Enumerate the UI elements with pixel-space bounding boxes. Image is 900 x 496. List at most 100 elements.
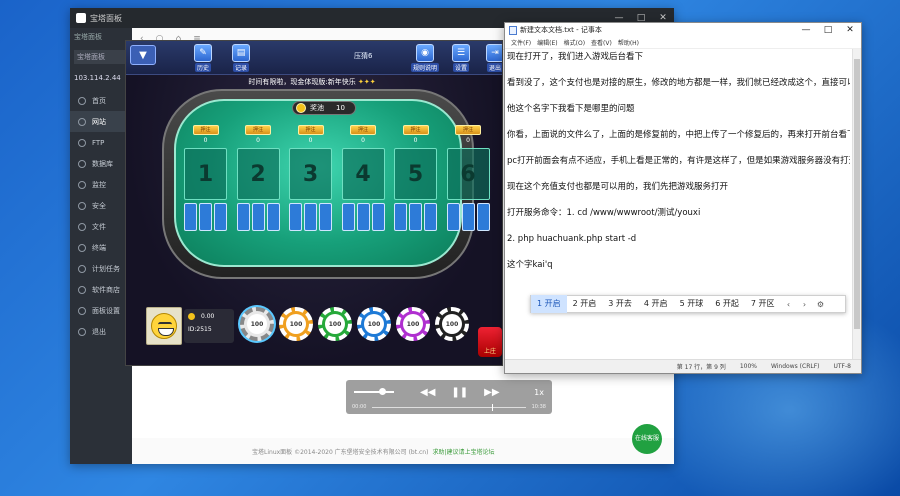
top-menu-button-3[interactable]: ☰ 设置	[448, 44, 474, 72]
chevron-left-icon[interactable]: ‹	[780, 300, 796, 309]
ime-candidate[interactable]: 6 开起	[709, 295, 745, 313]
chip-value: 100	[403, 314, 423, 334]
chip-value: 100	[247, 314, 267, 334]
player-panel: 0.00 ID:2515	[146, 307, 234, 345]
bet-tag: 押注	[455, 125, 481, 135]
ime-candidate[interactable]: 2 开启	[567, 295, 603, 313]
bet-slot[interactable]: 押注 0 3	[289, 125, 332, 231]
menu-item[interactable]: 查看(V)	[591, 38, 612, 47]
card-back	[476, 203, 490, 231]
card-back	[266, 203, 280, 231]
sidebar-item-5[interactable]: 安全	[70, 195, 132, 216]
text-line	[507, 220, 850, 233]
bet-amount: 0	[361, 137, 365, 144]
chip-button[interactable]: 100	[396, 307, 430, 341]
sidebar-item-6[interactable]: 文件	[70, 216, 132, 237]
sidebar-item-9[interactable]: 软件商店	[70, 279, 132, 300]
close-icon[interactable]: ✕	[839, 25, 861, 35]
slot-number[interactable]: 4	[341, 148, 385, 200]
bet-slot[interactable]: 押注 0 5	[394, 125, 437, 231]
chip-button[interactable]: 100	[435, 307, 469, 341]
chip-button[interactable]: 100	[357, 307, 391, 341]
ime-candidate[interactable]: 5 开球	[674, 295, 710, 313]
announcement-marquee: 时间有限啦，现金体现版:新年快乐 ✦✦✦	[248, 78, 376, 86]
sidebar-item-10[interactable]: 面板设置	[70, 300, 132, 321]
top-menu-button-2[interactable]: ◉ 规则说明	[411, 44, 440, 72]
sidebar-item-8[interactable]: 计划任务	[70, 258, 132, 279]
top-menu-button-4[interactable]: ⇥ 退出	[482, 44, 502, 72]
top-menu-button-0[interactable]: ✎ 历史	[190, 44, 216, 72]
chip-button[interactable]: 100	[279, 307, 313, 341]
ime-candidate[interactable]: 3 开去	[602, 295, 638, 313]
playback-rate[interactable]: 1x	[534, 388, 544, 397]
text-line: 他这个名字下我看下是哪里的问题	[507, 104, 635, 114]
notepad-titlebar: 新建文本文档.txt - 记事本 — □ ✕	[505, 23, 861, 37]
footer-link[interactable]: 求助|建议请上宝塔论坛	[432, 447, 494, 456]
pot-display: 奖池 10	[292, 101, 356, 115]
sidebar-item-label: 计划任务	[92, 264, 120, 273]
rewind-icon[interactable]: ◀◀	[420, 387, 435, 398]
sidebar-item-0[interactable]: 首页	[70, 90, 132, 111]
text-line: 现在这个充值支付也都是可以用的，我们先把游戏服务打开	[507, 182, 729, 192]
top-menu-button-1[interactable]: ▤ 记录	[228, 44, 254, 72]
panel-tab-text[interactable]: 宝塔面板	[90, 13, 122, 24]
chevron-right-icon[interactable]: ›	[796, 300, 812, 309]
sidebar-item-11[interactable]: 退出	[70, 321, 132, 342]
menu-item[interactable]: 帮助(H)	[618, 38, 639, 47]
chip-button[interactable]: 100	[240, 307, 274, 341]
address-bar[interactable]: 宝塔面板	[70, 28, 132, 48]
nav-icon	[78, 201, 86, 210]
pot-label: 奖池	[310, 104, 324, 112]
sidebar-item-1[interactable]: 网站	[70, 111, 132, 132]
vertical-scrollbar[interactable]	[852, 49, 861, 359]
chip-button[interactable]: 100	[318, 307, 352, 341]
text-line	[507, 194, 850, 207]
bet-slot[interactable]: 押注 0 2	[236, 125, 280, 231]
ime-candidate[interactable]: 7 开区	[745, 295, 781, 313]
slot-number[interactable]: 1	[184, 148, 227, 200]
text-line: 现在打开了，我们进入游戏后台看下	[507, 52, 644, 62]
slot-number[interactable]: 2	[236, 148, 280, 200]
bet-slot[interactable]: 押注 0 1	[184, 125, 227, 231]
dropdown-arrow-icon[interactable]: ▼	[130, 45, 156, 65]
game-window: ▼ ✎ 历史 ▤ 记录 ◉ 规则说明 ☰ 设置 ⇥ 退出 压猜6 时间有限啦，现金体现版:新年快乐…	[125, 40, 503, 366]
banker-button[interactable]: 上庄	[478, 327, 502, 357]
support-fab-button[interactable]: 在线客服	[632, 424, 662, 454]
sidebar-item-label: 软件商店	[92, 285, 120, 294]
volume-slider[interactable]	[354, 388, 394, 395]
top-menu-label: 记录	[232, 63, 249, 72]
pause-icon[interactable]: ❚❚	[451, 387, 468, 398]
sidebar-item-3[interactable]: 数据库	[70, 153, 132, 174]
slot-number[interactable]: 5	[394, 148, 437, 200]
card-back	[409, 203, 422, 231]
text-line: 这个字kai'q	[507, 260, 553, 270]
maximize-icon[interactable]: □	[817, 25, 839, 35]
menu-item[interactable]: 格式(O)	[564, 38, 585, 47]
menu-item[interactable]: 文件(F)	[511, 38, 531, 47]
progress-bar[interactable]	[372, 403, 526, 411]
ime-candidate[interactable]: 1 开启	[531, 295, 567, 313]
sidebar-item-label: FTP	[92, 138, 105, 147]
sidebar-item-2[interactable]: FTP	[70, 132, 132, 153]
slot-number[interactable]: 6	[446, 148, 490, 200]
slot-number[interactable]: 3	[289, 148, 332, 200]
forward-icon[interactable]: ▶▶	[484, 387, 499, 398]
bet-slot[interactable]: 押注 0 4	[341, 125, 385, 231]
tab-pill[interactable]: 宝塔面板	[74, 50, 128, 64]
ime-candidate[interactable]: 4 开启	[638, 295, 674, 313]
sidebar-item-label: 首页	[92, 96, 106, 105]
status-field: 第 17 行，第 9 列	[676, 364, 726, 371]
sidebar-item-label: 面板设置	[92, 306, 120, 315]
minimize-icon[interactable]: —	[795, 25, 817, 35]
card-row	[341, 203, 385, 231]
avatar[interactable]	[146, 307, 182, 345]
menu-item[interactable]: 编辑(E)	[537, 38, 557, 47]
sidebar-item-label: 终端	[92, 243, 106, 252]
smiley-face-icon	[151, 313, 177, 339]
bet-slot[interactable]: 押注 0 6	[446, 125, 490, 231]
coin-icon	[296, 103, 306, 113]
sidebar-item-4[interactable]: 监控	[70, 174, 132, 195]
sidebar-item-7[interactable]: 终端	[70, 237, 132, 258]
settings-icon[interactable]: ⚙	[812, 300, 828, 309]
status-field: UTF-8	[833, 363, 852, 370]
